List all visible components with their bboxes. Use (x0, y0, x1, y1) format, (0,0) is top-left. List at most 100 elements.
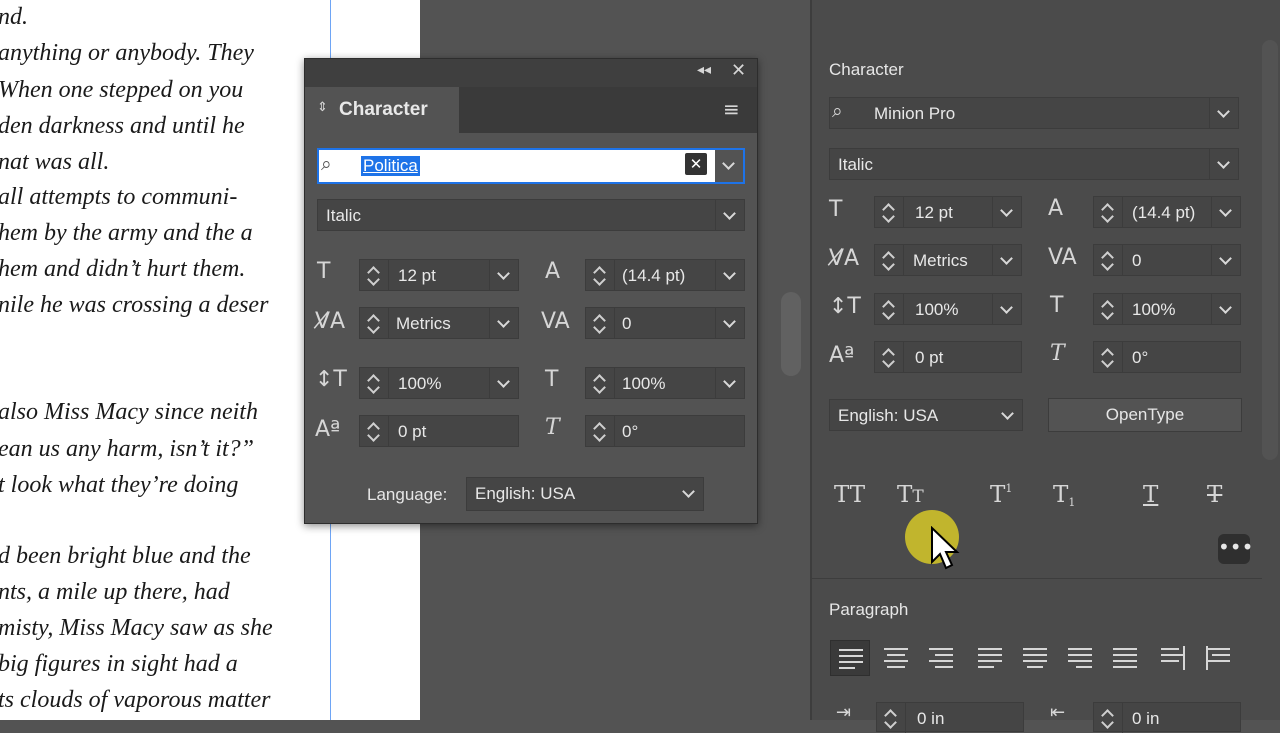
font-size-dropdown[interactable] (489, 260, 518, 290)
baseline-shift-stepper[interactable] (875, 342, 904, 372)
skew-field[interactable]: 0° (1093, 341, 1241, 373)
font-style-value: Italic (326, 206, 361, 225)
tracking-field[interactable]: 0 (585, 307, 745, 339)
collapse-icon[interactable]: ◂◂ (697, 62, 711, 78)
left-indent-value: 0 in (917, 709, 945, 728)
tracking-field[interactable]: 0 (1093, 244, 1241, 276)
tracking-stepper[interactable] (1094, 245, 1123, 275)
kerning-field[interactable]: Metrics (874, 244, 1022, 276)
subscript-button[interactable]: T1 (1053, 482, 1075, 509)
horizontal-scale-field[interactable]: 100% (1093, 293, 1241, 325)
font-family-value: Minion Pro (874, 104, 956, 123)
vertical-scale-icon: ↕T (315, 367, 347, 392)
language-dropdown[interactable]: English: USA (829, 399, 1023, 431)
font-family-dropdown[interactable] (1209, 98, 1238, 128)
baseline-shift-stepper[interactable] (360, 416, 389, 446)
language-dropdown[interactable]: English: USA (466, 477, 704, 511)
close-icon[interactable]: ✕ (731, 60, 746, 81)
justify-right-button[interactable] (1060, 640, 1100, 676)
horizontal-scale-dropdown[interactable] (1211, 294, 1240, 324)
kerning-dropdown[interactable] (992, 245, 1021, 275)
leading-field[interactable]: (14.4 pt) (585, 259, 745, 291)
justify-center-button[interactable] (1015, 640, 1055, 676)
right-indent-field[interactable]: 0 in (1093, 702, 1241, 733)
search-icon: ⌕ (321, 153, 332, 175)
tab-character[interactable]: ⇕ Character (305, 87, 459, 133)
align-left-button[interactable] (830, 640, 870, 676)
horizontal-scale-dropdown[interactable] (715, 368, 744, 398)
right-indent-stepper[interactable] (1094, 703, 1123, 733)
horizontal-scale-stepper[interactable] (1094, 294, 1123, 324)
left-indent-field[interactable]: 0 in (876, 702, 1024, 733)
document-text-line: nts, a mile up there, had (0, 579, 230, 605)
align-toward-spine-button[interactable] (1153, 640, 1193, 676)
baseline-shift-value: 0 pt (398, 422, 427, 441)
font-size-field[interactable]: 12 pt (874, 196, 1022, 228)
font-family-input[interactable]: Politica (361, 156, 420, 176)
font-family-field[interactable]: ⌕ Minion Pro (829, 97, 1239, 129)
language-dropdown-arrow[interactable] (675, 478, 703, 508)
kerning-dropdown[interactable] (489, 308, 518, 338)
baseline-shift-icon: Aª (315, 417, 341, 442)
horizontal-scale-field[interactable]: 100% (585, 367, 745, 399)
clear-icon[interactable]: ✕ (685, 153, 707, 175)
opentype-button[interactable]: OpenType (1048, 398, 1242, 432)
all-caps-button[interactable]: TT (834, 482, 865, 508)
underline-button[interactable]: T (1143, 482, 1158, 508)
baseline-shift-value: 0 pt (915, 348, 944, 367)
font-size-stepper[interactable] (360, 260, 389, 290)
kerning-field[interactable]: Metrics (359, 307, 519, 339)
more-icon[interactable]: ••• (1218, 534, 1253, 564)
kerning-icon: V̸A (829, 246, 860, 271)
font-size-field[interactable]: 12 pt (359, 259, 519, 291)
skew-field[interactable]: 0° (585, 415, 745, 447)
vertical-scale-field[interactable]: 100% (359, 367, 519, 399)
kerning-stepper[interactable] (875, 245, 904, 275)
font-style-dropdown[interactable] (715, 200, 744, 230)
vertical-scale-stepper[interactable] (360, 368, 389, 398)
align-right-button[interactable] (921, 640, 961, 676)
kerning-stepper[interactable] (360, 308, 389, 338)
panel-menu-icon[interactable]: ≡ (723, 97, 740, 121)
pasteboard-scrollbar[interactable] (781, 292, 801, 376)
baseline-shift-field[interactable]: 0 pt (874, 341, 1022, 373)
baseline-shift-field[interactable]: 0 pt (359, 415, 519, 447)
font-family-dropdown[interactable] (715, 150, 743, 182)
leading-stepper[interactable] (1094, 197, 1123, 227)
justify-all-button[interactable] (1105, 640, 1145, 676)
leading-dropdown[interactable] (715, 260, 744, 290)
small-caps-button[interactable]: TT (897, 482, 924, 508)
panel-title-bar[interactable]: ◂◂ ✕ (305, 59, 757, 87)
properties-scrollbar[interactable] (1262, 40, 1278, 460)
tracking-dropdown[interactable] (715, 308, 744, 338)
vertical-scale-icon: ↕T (829, 294, 861, 319)
justify-left-button[interactable] (970, 640, 1010, 676)
vertical-scale-dropdown[interactable] (992, 294, 1021, 324)
font-size-value: 12 pt (915, 203, 953, 222)
superscript-button[interactable]: T1 (990, 482, 1012, 508)
font-size-dropdown[interactable] (992, 197, 1021, 227)
font-family-field[interactable]: ⌕ Politica ✕ (317, 148, 745, 184)
vertical-scale-dropdown[interactable] (489, 368, 518, 398)
document-text-line: anything or anybody. They (0, 40, 254, 66)
left-indent-stepper[interactable] (877, 703, 906, 733)
tracking-value: 0 (1132, 251, 1142, 270)
vertical-scale-field[interactable]: 100% (874, 293, 1022, 325)
vertical-scale-stepper[interactable] (875, 294, 904, 324)
skew-stepper[interactable] (1094, 342, 1123, 372)
font-style-field[interactable]: Italic (317, 199, 745, 231)
tracking-dropdown[interactable] (1211, 245, 1240, 275)
leading-dropdown[interactable] (1211, 197, 1240, 227)
skew-stepper[interactable] (586, 416, 615, 446)
leading-stepper[interactable] (586, 260, 615, 290)
align-away-from-spine-button[interactable] (1198, 640, 1238, 676)
strikethrough-button[interactable]: T (1207, 482, 1222, 508)
align-center-button[interactable] (876, 640, 916, 676)
tracking-stepper[interactable] (586, 308, 615, 338)
font-style-field[interactable]: Italic (829, 148, 1239, 180)
font-size-stepper[interactable] (875, 197, 904, 227)
language-dropdown-arrow[interactable] (994, 400, 1022, 430)
font-style-dropdown[interactable] (1209, 149, 1238, 179)
horizontal-scale-stepper[interactable] (586, 368, 615, 398)
leading-field[interactable]: (14.4 pt) (1093, 196, 1241, 228)
